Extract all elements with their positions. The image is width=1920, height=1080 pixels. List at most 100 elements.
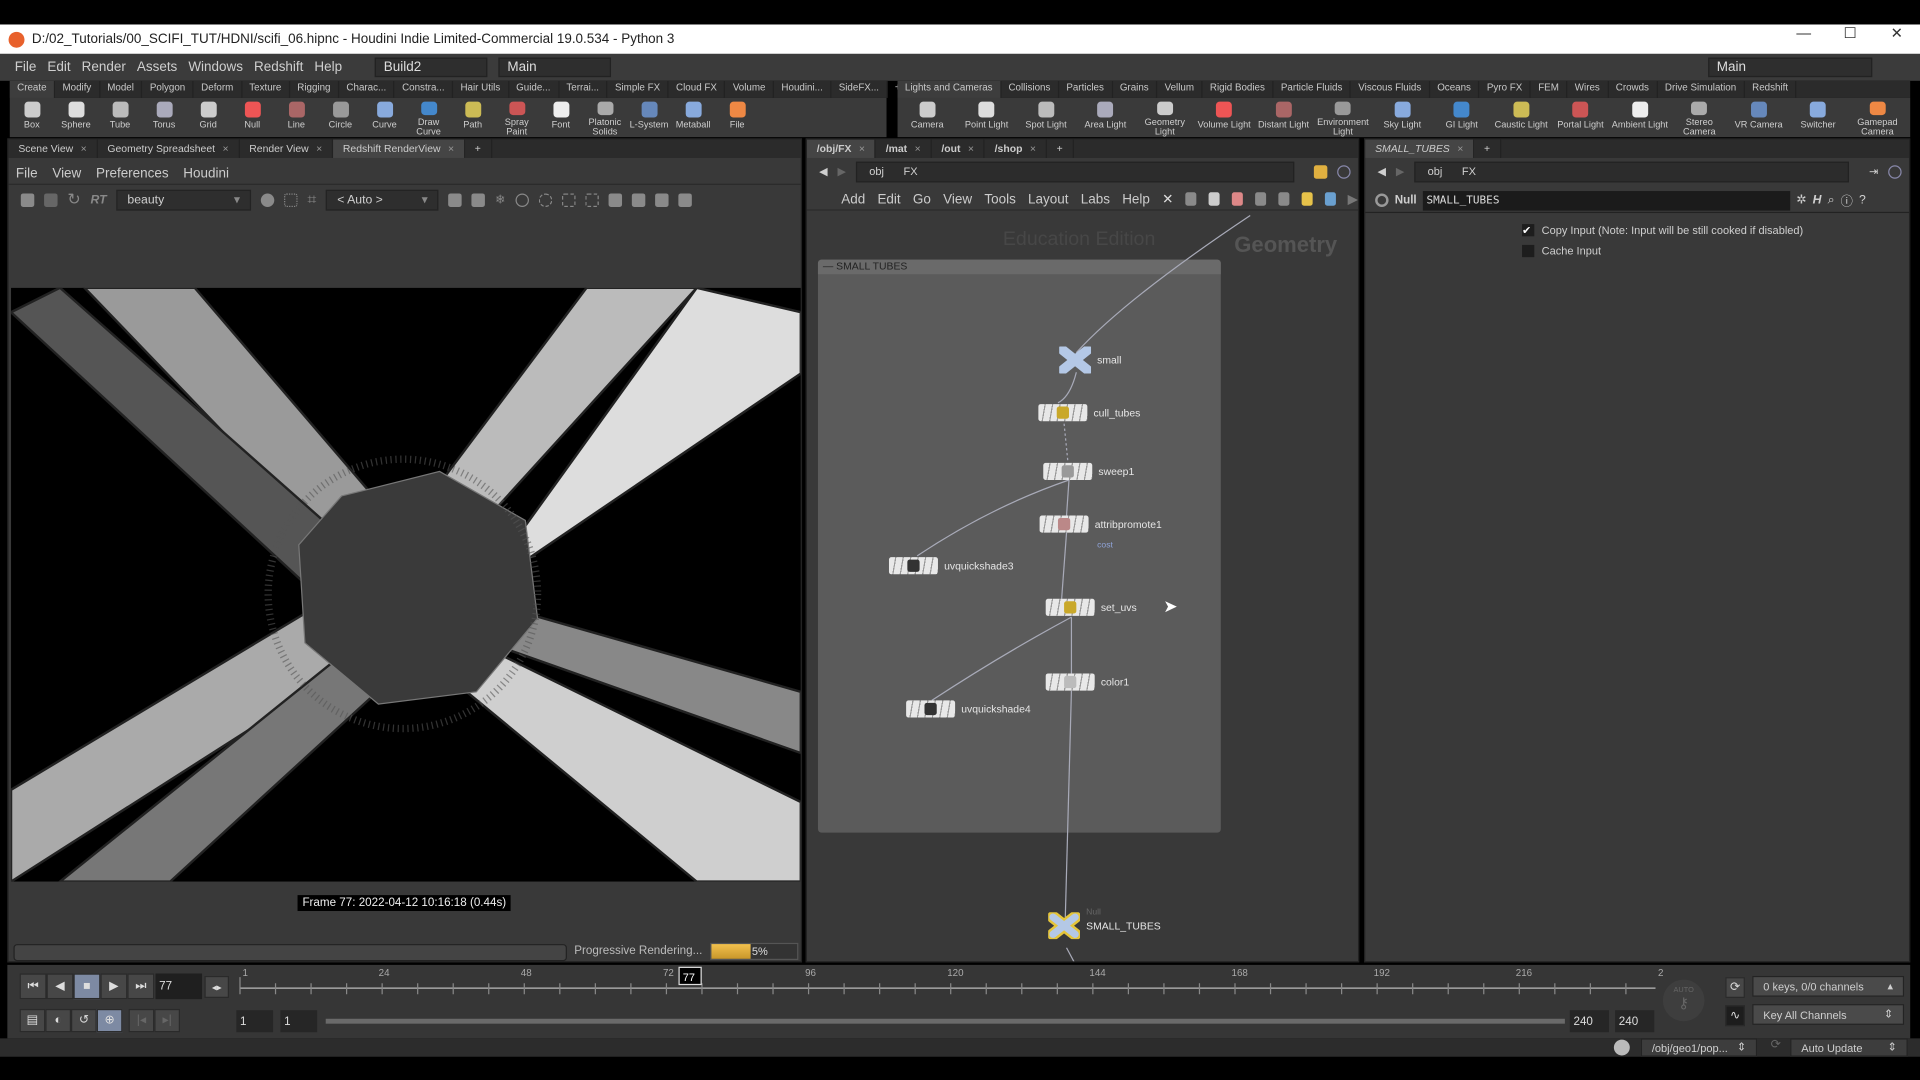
node-attribpromote1[interactable]: attribpromote1 — [1039, 515, 1162, 533]
range-slider[interactable] — [325, 1018, 1565, 1024]
tab-render-view[interactable]: Render View × — [239, 139, 334, 158]
minimize-button[interactable]: — — [1780, 24, 1827, 41]
add-snapshot-icon[interactable] — [654, 192, 669, 207]
help-icon[interactable]: ? — [1859, 193, 1866, 206]
tool-gamepad-camera[interactable]: Gamepad Camera — [1848, 98, 1907, 137]
copy-icon[interactable] — [678, 192, 692, 207]
tool-draw-curve[interactable]: Draw Curve — [407, 98, 451, 137]
shelf-tab-pyro-fx[interactable]: Pyro FX — [1480, 80, 1531, 98]
end-frame-input[interactable] — [1615, 1010, 1655, 1033]
tool-ambient-light[interactable]: Ambient Light — [1610, 98, 1669, 137]
tool-torus[interactable]: Torus — [142, 98, 186, 137]
shelf-tab-wires[interactable]: Wires — [1567, 80, 1609, 98]
shelf-tab-guide[interactable]: Guide... — [509, 80, 560, 98]
cache-input-checkbox[interactable] — [1522, 244, 1535, 257]
focus-icon[interactable] — [538, 192, 552, 207]
right-desktop-select[interactable]: Main — [1708, 57, 1873, 78]
region-icon[interactable] — [515, 192, 529, 207]
shelf-tab-simple-fx[interactable]: Simple FX — [608, 80, 669, 98]
tool-sky-light[interactable]: Sky Light — [1373, 98, 1432, 137]
shelf-tab-volume[interactable]: Volume — [725, 80, 775, 98]
jump-end-button[interactable]: ⏭ — [127, 973, 155, 1000]
refresh-icon[interactable]: ↻ — [67, 190, 80, 210]
tool-sphere[interactable]: Sphere — [54, 98, 98, 137]
shelf-tab-rigid-bodies[interactable]: Rigid Bodies — [1203, 80, 1274, 98]
tool-tube[interactable]: Tube — [98, 98, 142, 137]
node-color1[interactable]: color1 — [1045, 673, 1129, 691]
node-uvquickshade3[interactable]: uvquickshade3 — [888, 557, 1014, 575]
tool-null[interactable]: Null — [230, 98, 274, 137]
shelf-tab-polygon[interactable]: Polygon — [143, 80, 194, 98]
realtime-icon[interactable]: ⊕ — [96, 1008, 123, 1033]
clapper-icon[interactable] — [20, 192, 35, 207]
shelf-tab-terrai[interactable]: Terrai... — [559, 80, 608, 98]
lock-icon[interactable] — [448, 192, 463, 207]
tool-line[interactable]: Line — [274, 98, 318, 137]
node-small-tubes[interactable]: Null SMALL_TUBES — [1046, 909, 1161, 941]
menu-houdini[interactable]: Houdini — [183, 166, 229, 181]
shelf-tab-viscous-fluids[interactable]: Viscous Fluids — [1351, 80, 1430, 98]
audio-icon[interactable]: ◐ — [45, 1008, 72, 1033]
menu-view[interactable]: View — [52, 166, 81, 181]
shelf-tab-texture[interactable]: Texture — [242, 80, 290, 98]
tool-switcher[interactable]: Switcher — [1788, 98, 1847, 137]
menu-file[interactable]: File — [16, 166, 38, 181]
tool-point-light[interactable]: Point Light — [957, 98, 1016, 137]
snapshot-icon[interactable] — [631, 192, 646, 207]
tool-environment-light[interactable]: Environment Light — [1313, 98, 1372, 137]
shelf-tab-crowds[interactable]: Crowds — [1608, 80, 1658, 98]
tool-platonic-solids[interactable]: Platonic Solids — [583, 98, 627, 137]
menu-edit[interactable]: Edit — [47, 60, 70, 75]
tool-volume-light[interactable]: Volume Light — [1194, 98, 1253, 137]
curve-icon[interactable]: ∿ — [1725, 1005, 1745, 1027]
next-key-icon[interactable]: ▸| — [154, 1008, 181, 1033]
bucket-icon[interactable] — [561, 192, 576, 207]
tool-box[interactable]: Box — [10, 98, 54, 137]
tool-stereo-camera[interactable]: Stereo Camera — [1670, 98, 1729, 137]
tool-camera[interactable]: Camera — [898, 98, 957, 137]
tool-file[interactable]: File — [715, 98, 759, 137]
step-frame-buttons[interactable]: ◂▸ — [204, 975, 229, 998]
tool-spray-paint[interactable]: Spray Paint — [495, 98, 539, 137]
crop-icon[interactable]: ⌗ — [307, 190, 316, 210]
tool-metaball[interactable]: Metaball — [671, 98, 715, 137]
menu-file[interactable]: File — [15, 60, 37, 75]
auto-key-button[interactable]: AUTO ⚷ — [1662, 979, 1705, 1022]
shelf-tab-particle-fluids[interactable]: Particle Fluids — [1273, 80, 1351, 98]
shelf-tab-lights-and-cameras[interactable]: Lights and Cameras — [897, 80, 1002, 98]
pin-icon[interactable]: ⇥ — [1869, 165, 1878, 178]
start-frame-input[interactable] — [236, 1010, 274, 1033]
menu-windows[interactable]: Windows — [188, 60, 243, 75]
start-range-input[interactable] — [280, 1010, 318, 1033]
shelf-tab-modify[interactable]: Modify — [55, 80, 100, 98]
node-name-input[interactable] — [1422, 190, 1791, 211]
tool-gi-light[interactable]: GI Light — [1432, 98, 1491, 137]
menu-help[interactable]: Help — [314, 60, 342, 75]
menu-preferences[interactable]: Preferences — [96, 166, 169, 181]
node-type-icon[interactable] — [1375, 193, 1389, 207]
play-button[interactable]: ▶ — [100, 973, 128, 1000]
render-play-icon[interactable] — [44, 192, 58, 207]
fit-icon[interactable] — [585, 192, 599, 207]
shelf-tab-redshift[interactable]: Redshift — [1745, 80, 1797, 98]
node-uvquickshade4[interactable]: uvquickshade4 — [906, 700, 1031, 718]
maximize-button[interactable]: ☐ — [1827, 24, 1874, 41]
node-sweep1[interactable]: sweep1 — [1043, 462, 1134, 481]
keys-info-button[interactable]: 0 keys, 0/0 channels ▴ — [1752, 975, 1905, 997]
tool-circle[interactable]: Circle — [318, 98, 362, 137]
search-icon[interactable]: ⌕ — [1828, 193, 1835, 206]
tab-geometry-spreadsheet[interactable]: Geometry Spreadsheet × — [98, 139, 240, 158]
tool-spot-light[interactable]: Spot Light — [1016, 98, 1075, 137]
tool-geometry-light[interactable]: Geometry Light — [1135, 98, 1194, 137]
node-small[interactable]: small — [1057, 345, 1121, 375]
add-tab-button[interactable]: + — [1474, 139, 1502, 158]
shelf-tab-constra[interactable]: Constra... — [395, 80, 454, 98]
context-select[interactable]: Main — [498, 57, 612, 78]
tool-l-system[interactable]: L-System — [627, 98, 671, 137]
channel-refresh-icon[interactable]: ⟳ — [1725, 977, 1745, 998]
tool-path[interactable]: Path — [451, 98, 495, 137]
tool-vr-camera[interactable]: VR Camera — [1729, 98, 1788, 137]
rt-toggle[interactable]: RT — [90, 193, 106, 206]
shelf-tab-collisions[interactable]: Collisions — [1001, 80, 1059, 98]
aov-select[interactable]: beauty ▾ — [116, 189, 252, 211]
